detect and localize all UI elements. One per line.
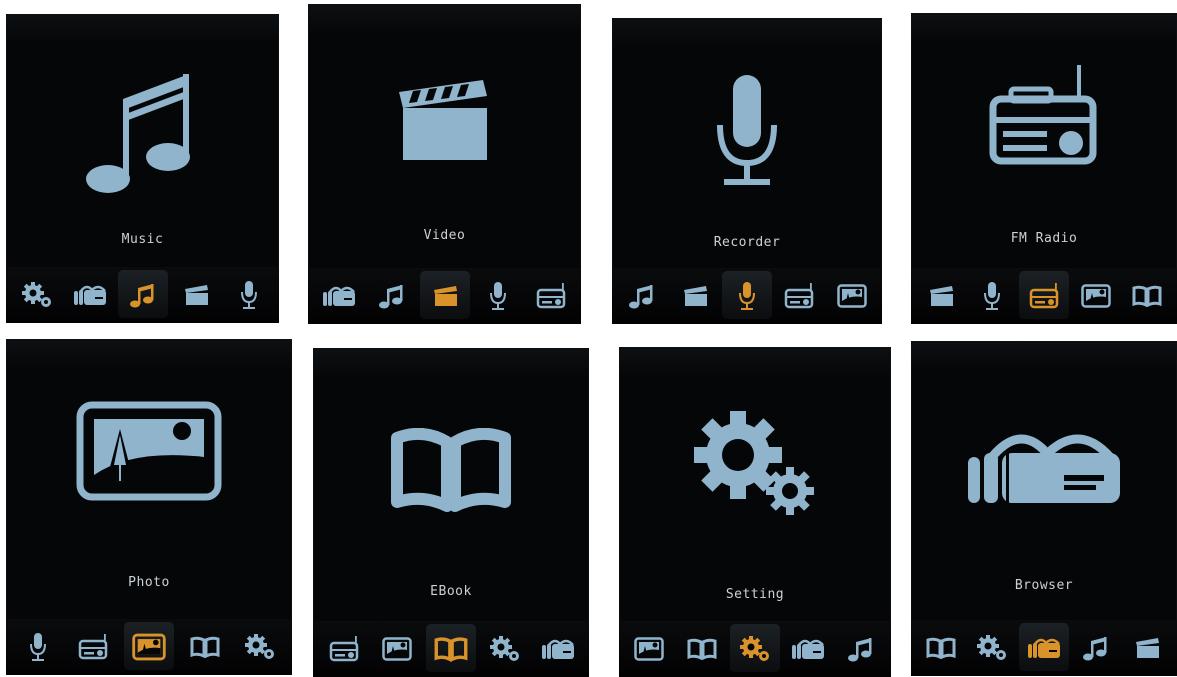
- radio-icon[interactable]: [326, 629, 362, 669]
- music-icon[interactable]: [1078, 628, 1114, 668]
- gear-icon[interactable]: [974, 628, 1010, 668]
- menu-bar: [911, 268, 1177, 324]
- screen-label: Photo: [128, 575, 170, 590]
- screen-photo: Photo: [6, 339, 292, 675]
- screen-video: Video: [308, 4, 581, 324]
- music-icon[interactable]: [117, 270, 168, 318]
- music-icon[interactable]: [374, 276, 410, 316]
- radio-icon[interactable]: [781, 276, 817, 316]
- photo-icon[interactable]: [1078, 276, 1114, 316]
- browser-icon[interactable]: [790, 629, 826, 669]
- menu-bar: [911, 620, 1177, 676]
- microphone-icon: [712, 73, 782, 193]
- menu-bar: [308, 268, 581, 324]
- book-icon[interactable]: [425, 624, 476, 672]
- music-icon[interactable]: [843, 629, 879, 669]
- menu-bar: [6, 619, 292, 675]
- video-icon: [397, 78, 493, 168]
- book-icon[interactable]: [923, 628, 959, 668]
- video-icon[interactable]: [677, 276, 713, 316]
- screen-setting: Setting: [619, 347, 891, 677]
- menu-bar: [313, 621, 589, 677]
- screen-label: Video: [423, 228, 466, 243]
- microphone-icon[interactable]: [974, 276, 1010, 316]
- gear-icon[interactable]: [19, 275, 55, 315]
- book-icon[interactable]: [1129, 276, 1165, 316]
- browser-icon[interactable]: [540, 629, 576, 669]
- gear-icon[interactable]: [487, 629, 523, 669]
- book-icon[interactable]: [684, 629, 720, 669]
- radio-icon: [989, 65, 1099, 165]
- screen-label: Setting: [725, 587, 785, 602]
- gear-icon[interactable]: [729, 624, 780, 672]
- menu-bar: [619, 621, 891, 677]
- screen-music: Music: [6, 14, 279, 323]
- gear-icon[interactable]: [242, 627, 278, 667]
- screen-ebook: EBook: [313, 348, 589, 677]
- radio-icon[interactable]: [75, 627, 111, 667]
- screen-label: Music: [121, 232, 164, 247]
- screen-label: EBook: [430, 584, 472, 599]
- music-icon: [83, 69, 203, 199]
- book-icon: [391, 428, 511, 528]
- microphone-icon[interactable]: [231, 275, 267, 315]
- video-icon[interactable]: [1129, 628, 1165, 668]
- screen-recorder: Recorder: [612, 18, 882, 324]
- photo-icon: [76, 401, 222, 501]
- photo-icon[interactable]: [379, 629, 415, 669]
- menu-bar: [6, 267, 279, 323]
- photo-icon[interactable]: [123, 622, 174, 670]
- browser-icon[interactable]: [1018, 623, 1069, 671]
- video-icon[interactable]: [923, 276, 959, 316]
- screen-browser: Browser: [911, 341, 1177, 676]
- browser-icon: [964, 427, 1124, 507]
- video-icon[interactable]: [419, 271, 470, 319]
- gear-icon: [690, 407, 820, 517]
- screen-label: Recorder: [713, 235, 781, 250]
- photo-icon[interactable]: [834, 276, 870, 316]
- music-icon[interactable]: [624, 276, 660, 316]
- photo-icon[interactable]: [631, 629, 667, 669]
- radio-icon[interactable]: [1018, 271, 1069, 319]
- menu-bar: [612, 268, 882, 324]
- browser-icon[interactable]: [321, 276, 357, 316]
- browser-icon[interactable]: [72, 275, 108, 315]
- microphone-icon[interactable]: [721, 271, 772, 319]
- screen-label: Browser: [1014, 578, 1074, 593]
- microphone-icon[interactable]: [20, 627, 56, 667]
- book-icon[interactable]: [187, 627, 223, 667]
- screen-fm-radio: FM Radio: [911, 13, 1177, 324]
- microphone-icon[interactable]: [480, 276, 516, 316]
- video-icon[interactable]: [178, 275, 214, 315]
- radio-icon[interactable]: [533, 276, 569, 316]
- screen-label: FM Radio: [1010, 231, 1078, 246]
